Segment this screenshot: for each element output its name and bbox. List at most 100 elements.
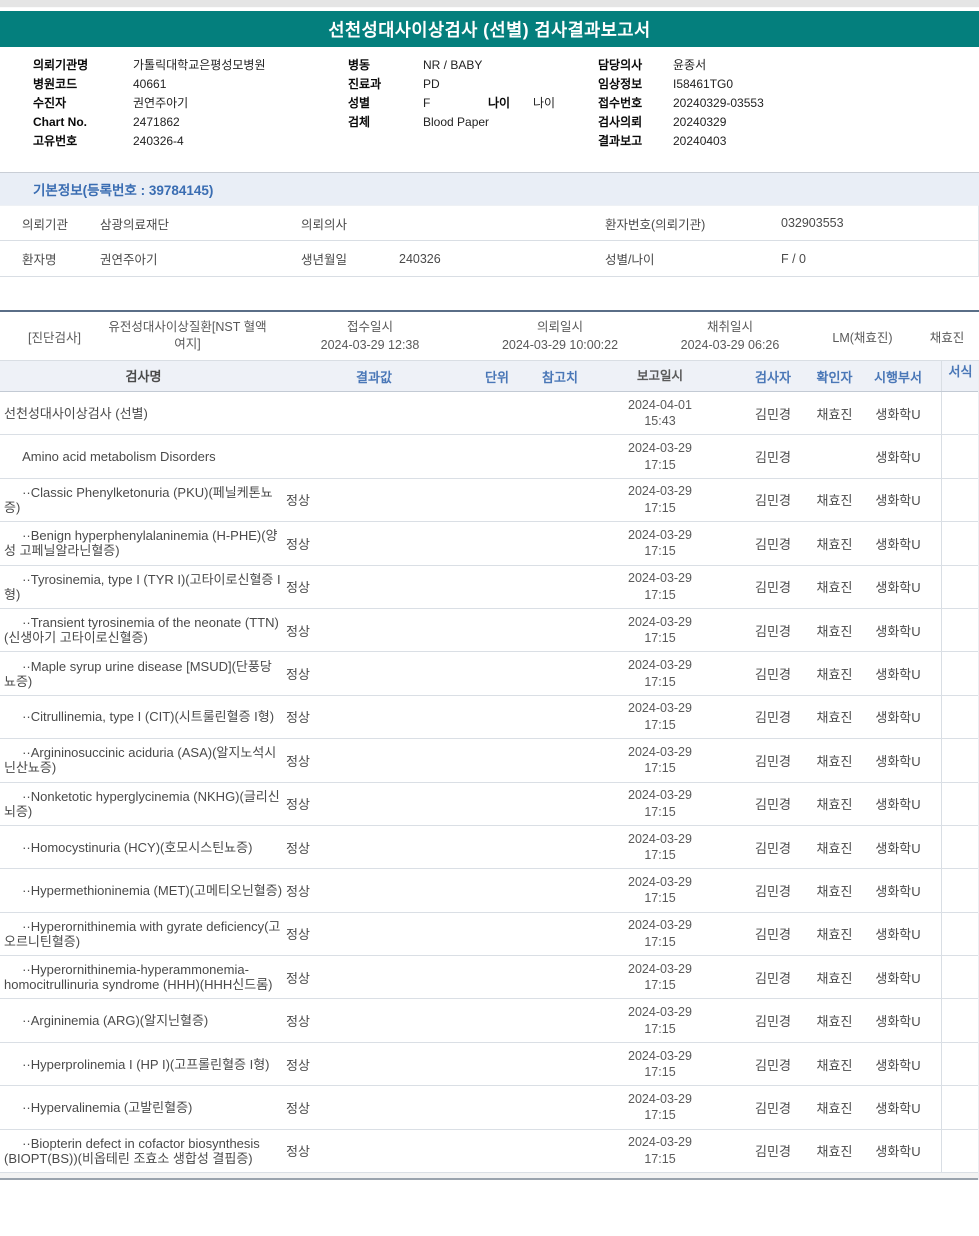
cell-performing-department: 생화학U (875, 883, 921, 899)
column-header-department: 시행부서 (874, 369, 922, 385)
cell-form (941, 869, 979, 912)
field-value: NR / BABY (423, 57, 483, 72)
cell-reported-datetime: 2024-03-29 17:15 (628, 831, 692, 863)
cell-reported-datetime: 2024-03-29 17:15 (628, 961, 692, 993)
cell-reported-datetime: 2024-03-29 17:15 (628, 1135, 692, 1166)
field-value: 윤종서 (673, 58, 707, 72)
field-value: F (423, 95, 431, 110)
cell-reported-datetime: 2024-03-29 17:15 (628, 1005, 692, 1036)
field-label: 검체 (348, 115, 371, 129)
field-value: 40661 (133, 76, 167, 91)
field-label: 진료과 (348, 77, 382, 91)
cell-verifier: 채효진 (816, 710, 853, 726)
cell-result-value: 정상 (286, 1057, 310, 1073)
cell-verifier: 채효진 (816, 493, 853, 509)
collector: LM(채효진) (832, 330, 893, 345)
field-value: 권연주아기 (133, 96, 189, 110)
field-label: 고유번호 (33, 134, 78, 148)
collect-label: 채취일시 (706, 320, 753, 334)
column-header-unit: 단위 (485, 369, 509, 385)
cell-test-name: ··Tyrosinemia, type I (TYR I)(고타이로신혈증 I형… (4, 571, 281, 602)
cell-performing-department: 생화학U (875, 710, 921, 726)
cell-tester: 김민경 (755, 536, 791, 552)
cell-result-value: 정상 (286, 927, 310, 943)
cell-performing-department: 생화학U (875, 536, 921, 552)
cell-reported-datetime: 2024-03-29 17:15 (628, 701, 692, 732)
result-row: ··Maple syrup urine disease [MSUD](단풍당뇨증… (0, 652, 979, 696)
field-label: 생년월일 (301, 253, 348, 267)
header-field-row: 병원코드 40661 (33, 74, 265, 93)
cell-form (941, 435, 979, 478)
field-value: 20240329 (673, 114, 727, 129)
cell-test-name: ··Classic Phenylketonuria (PKU)(페닐케톤뇨증) (4, 484, 273, 515)
field-value: 20240329-03553 (673, 95, 764, 110)
field-label: 성별/나이 (605, 253, 655, 267)
result-row: ··Classic Phenylketonuria (PKU)(페닐케톤뇨증) … (0, 478, 979, 523)
result-row: ··Homocystinuria (HCY)(호모시스틴뇨증) 정상 2024-… (0, 825, 979, 870)
basic-info-table: 의뢰기관 삼광의료재단 의뢰의사 환자번호(의뢰기관) 032903553 환자… (0, 205, 979, 277)
header-field-row: 고유번호 240326-4 (33, 131, 265, 150)
cell-verifier: 채효진 (816, 623, 853, 639)
cell-performing-department: 생화학U (875, 493, 921, 509)
cell-test-name: ··Hyperornithinemia-hyperammonemia-homoc… (4, 962, 273, 993)
cell-reported-datetime: 2024-04-01 15:43 (628, 397, 692, 429)
collect-value: 2024-03-29 06:26 (680, 338, 780, 352)
result-row: ··Biopterin defect in cofactor biosynthe… (0, 1129, 978, 1174)
header-field-row: 임상정보 I58461TG0 (598, 74, 764, 93)
report-title-bar: 선천성대사이상검사 (선별) 검사결과보고서 (0, 11, 979, 47)
cell-verifier: 채효진 (816, 667, 853, 683)
cell-form (941, 782, 979, 825)
result-row: ··Argininosuccinic aciduria (ASA)(알지노석시닌… (0, 739, 979, 783)
cell-result-value: 정상 (286, 753, 310, 769)
field-label: 담당의사 (598, 58, 643, 72)
cell-test-name: ··Hyperprolinemia I (HP I)(고프롤린혈증 I형) (4, 1056, 270, 1072)
cell-reported-datetime: 2024-03-29 17:15 (628, 441, 692, 472)
results-table: 검사명 결과값 단위 참고치 보고일시 검사자 확인자 시행부서 서식 선천성대… (0, 361, 979, 1181)
results-table-header: 검사명 결과값 단위 참고치 보고일시 검사자 확인자 시행부서 서식 (0, 361, 978, 392)
result-row: ··Hyperornithinemia with gyrate deficien… (0, 912, 978, 957)
header-field-row: 담당의사 윤종서 (598, 55, 764, 74)
column-header-reported: 보고일시 (636, 368, 683, 383)
cell-form (941, 956, 979, 999)
column-header-tester: 검사자 (755, 369, 791, 385)
cell-tester: 김민경 (755, 450, 791, 466)
cell-form (941, 478, 979, 522)
cell-tester: 김민경 (755, 710, 791, 726)
cell-form (941, 739, 979, 782)
field-value: 삼광의료재단 (100, 217, 170, 232)
cell-result-value: 정상 (286, 1144, 310, 1160)
cell-form (941, 1086, 979, 1129)
cell-test-name: ··Biopterin defect in cofactor biosynthe… (4, 1135, 264, 1166)
cell-reported-datetime: 2024-03-29 17:15 (628, 874, 692, 906)
field-label: 접수번호 (598, 96, 643, 110)
cell-test-name: ··Transient tyrosinemia of the neonate (… (4, 615, 279, 646)
field-value-secondary: 나이 (533, 96, 556, 110)
cell-reported-datetime: 2024-03-29 17:15 (628, 1048, 692, 1080)
header-field-row: 결과보고 20240403 (598, 131, 764, 150)
cell-verifier: 채효진 (816, 970, 853, 986)
cell-result-value: 정상 (286, 840, 310, 856)
field-label: 환자명 (22, 253, 57, 267)
cell-result-value: 정상 (286, 623, 310, 639)
cell-form (941, 652, 979, 695)
request-datetime-cell: 의뢰일시 2024-03-29 10:00:22 (470, 318, 650, 354)
cell-tester: 김민경 (755, 1144, 791, 1160)
result-row: ··Hypermethioninemia (MET)(고메티오닌혈증) 정상 2… (0, 869, 979, 913)
field-label: 의뢰의사 (301, 217, 348, 232)
cell-form (941, 825, 979, 869)
cell-result-value: 정상 (286, 1014, 310, 1030)
cell-tester: 김민경 (755, 493, 791, 509)
cell-tester: 김민경 (755, 1057, 791, 1073)
cell-performing-department: 생화학U (875, 1100, 921, 1116)
cell-performing-department: 생화학U (875, 970, 921, 986)
cell-test-name: ··Hyperornithinemia with gyrate deficien… (4, 918, 281, 949)
cell-performing-department: 생화학U (875, 580, 921, 596)
cell-reported-datetime: 2024-03-29 17:15 (628, 527, 692, 559)
cell-tester: 김민경 (755, 1100, 791, 1116)
column-header-form: 서식 (941, 361, 979, 391)
result-row: ··Tyrosinemia, type I (TYR I)(고타이로신혈증 I형… (0, 565, 978, 609)
column-header-verifier: 확인자 (816, 369, 853, 385)
result-row: ··Hyperornithinemia-hyperammonemia-homoc… (0, 956, 979, 1000)
field-label: 병동 (348, 58, 371, 72)
cell-test-name: ··Maple syrup urine disease [MSUD](단풍당뇨증… (4, 658, 272, 689)
